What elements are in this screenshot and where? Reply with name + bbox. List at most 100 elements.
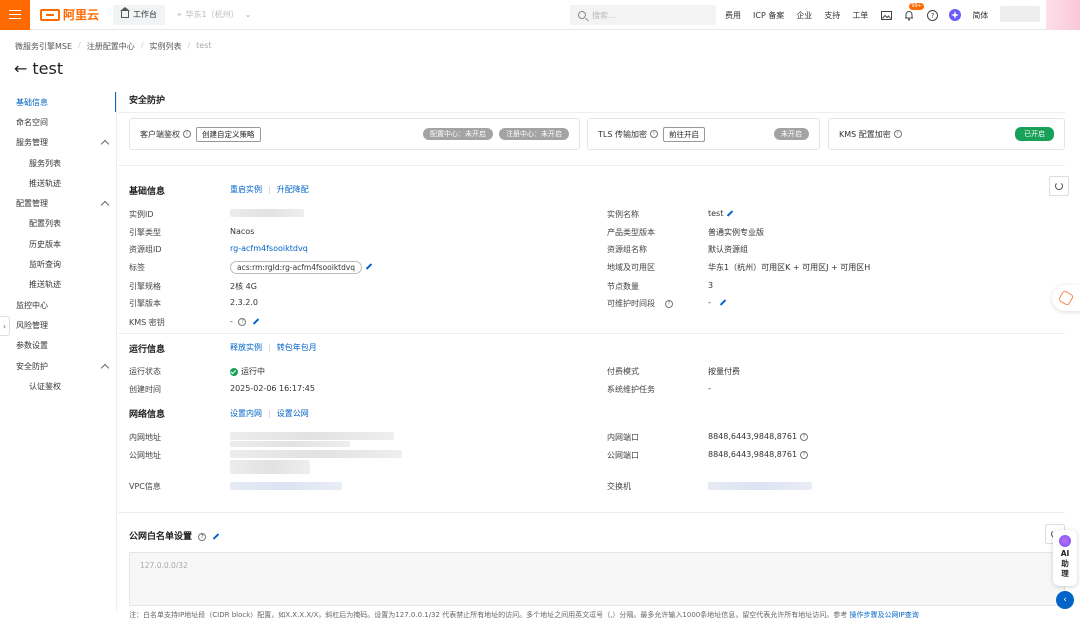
sidebar-item-namespace[interactable]: 命名空间 (0, 112, 116, 132)
chevron-left-icon[interactable]: ‹ (1056, 591, 1074, 609)
field-label-kms-key: KMS 密钥 (129, 318, 165, 327)
field-label-created: 创建时间 (129, 385, 161, 394)
workbench-button[interactable]: 工作台 (113, 4, 166, 25)
info-icon[interactable]: i (183, 130, 191, 138)
field-label-public-address: 公网地址 (129, 451, 161, 460)
vpc-value-blurred[interactable] (230, 482, 342, 490)
top-link-support[interactable]: 支持 (824, 10, 840, 21)
sidebar-item-config-management[interactable]: 配置管理 (0, 193, 116, 213)
sidebar-item-parameters[interactable]: 参数设置 (0, 336, 116, 356)
ai-spark-icon[interactable] (949, 9, 962, 21)
restart-instance-link[interactable]: 重启实例 (230, 185, 262, 194)
field-label-run-status: 运行状态 (129, 367, 161, 376)
chevron-up-icon (100, 200, 110, 210)
sidebar-item-auth[interactable]: 认证鉴权 (0, 376, 116, 396)
chevron-up-icon (100, 363, 110, 372)
sidebar-item-service-list[interactable]: 服务列表 (0, 153, 116, 173)
chevron-down-icon: ⌄ (244, 10, 252, 19)
info-icon[interactable]: i (649, 130, 658, 138)
client-auth-label: 客户端鉴权 (140, 129, 180, 139)
help-icon[interactable]: ? (926, 9, 938, 21)
region-selector[interactable]: ⌖ 华东1（杭州） ⌄ (177, 9, 251, 20)
user-avatar[interactable] (1046, 0, 1080, 30)
aliyun-logo[interactable]: 阿里云 (40, 6, 99, 23)
field-label-engine-spec: 引擎规格 (129, 282, 161, 291)
top-link-ticket[interactable]: 工单 (852, 10, 868, 21)
help-icon[interactable]: ? (198, 532, 207, 541)
help-icon[interactable]: ? (800, 432, 809, 441)
search-placeholder: 搜索... (592, 10, 616, 20)
user-account-blurred[interactable] (1000, 6, 1040, 22)
sidebar-item-monitoring[interactable]: 监控中心 (0, 295, 116, 315)
section-title-basic-info: 基础信息 (129, 187, 166, 197)
edit-kms-icon[interactable] (254, 318, 261, 325)
sidebar-item-service-push-trace[interactable]: 推送轨迹 (0, 173, 116, 193)
operation-steps-link[interactable]: 操作步骤及公网IP查询 (849, 611, 918, 619)
public-port-value: 8848,6443,9848,8761? (708, 450, 809, 459)
top-link-cost[interactable]: 费用 (725, 10, 741, 21)
refresh-button[interactable] (1049, 176, 1069, 196)
field-label-resource-group-id: 资源组ID (129, 245, 162, 254)
back-arrow-icon[interactable]: ← (14, 59, 27, 78)
image-icon[interactable] (880, 9, 892, 21)
breadcrumb-item-instances[interactable]: 实例列表 (149, 41, 181, 52)
sidebar-item-service-management[interactable]: 服务管理 (0, 133, 116, 153)
edit-instance-name-icon[interactable] (728, 210, 735, 217)
release-instance-link[interactable]: 释放实例 (230, 343, 262, 352)
field-label-private-address: 内网地址 (129, 433, 161, 442)
hamburger-menu-icon[interactable] (0, 0, 30, 30)
whitelist-placeholder: 127.0.0.0/32 (140, 561, 188, 570)
section-title-runtime: 运行信息 (129, 345, 166, 355)
convert-subscription-link[interactable]: 转包年包月 (277, 343, 317, 352)
location-icon: ⌖ (177, 9, 182, 19)
upgrade-link[interactable]: 升配降配 (277, 185, 309, 194)
help-icon[interactable]: ? (238, 317, 247, 326)
maintenance-window-value: - (708, 298, 728, 307)
sidebar-item-security[interactable]: 安全防护 (0, 356, 116, 376)
breadcrumb-item-mse[interactable]: 微服务引擎MSE (15, 41, 72, 52)
info-icon[interactable]: i (893, 130, 902, 138)
sidebar: 基础信息 命名空间 服务管理 服务列表 推送轨迹 配置管理 配置列表 历史版本 … (0, 92, 116, 396)
tls-goto-enable-button[interactable]: 前往开启 (662, 126, 705, 142)
edit-tags-icon[interactable] (367, 263, 374, 270)
resource-group-id-link[interactable]: rg-acfm4fsooiktdvq (230, 244, 308, 253)
field-label-engine-version: 引擎版本 (129, 299, 161, 308)
sidebar-item-config-push-trace[interactable]: 推送轨迹 (0, 275, 116, 295)
floating-helper-button[interactable] (1052, 285, 1080, 311)
field-label-instance-name: 实例名称 (607, 210, 639, 219)
private-address-blurred-2 (230, 441, 350, 447)
top-link-enterprise[interactable]: 企业 (796, 10, 812, 21)
edit-whitelist-icon[interactable] (214, 533, 221, 540)
help-icon[interactable]: ? (665, 299, 673, 308)
network-actions: 设置内网 | 设置公网 (230, 409, 309, 418)
breadcrumb-item-registry[interactable]: 注册配置中心 (87, 41, 135, 52)
create-policy-button[interactable]: 创建自定义策略 (196, 126, 261, 142)
ai-spark-icon (1059, 535, 1071, 547)
maintenance-task-value: - (708, 384, 711, 393)
workbench-label: 工作台 (133, 10, 158, 19)
help-icon[interactable]: ? (800, 450, 809, 459)
sidebar-item-basic-info[interactable]: 基础信息 (0, 92, 116, 112)
kms-card: KMS 配置加密 i 已开启 (828, 118, 1065, 150)
top-link-icp[interactable]: ICP 备案 (753, 10, 784, 21)
tls-status-badge: 未开启 (774, 128, 809, 140)
language-switch[interactable]: 简体 (972, 10, 988, 21)
sidebar-item-risk[interactable]: 风险管理 (0, 315, 116, 335)
whitelist-textarea[interactable]: 127.0.0.0/32 (129, 552, 1065, 606)
sidebar-item-config-list[interactable]: 配置列表 (0, 214, 116, 234)
bell-icon[interactable]: 99+ (903, 3, 924, 21)
field-label-product-version: 产品类型版本 (607, 228, 655, 237)
sidebar-item-history-versions[interactable]: 历史版本 (0, 234, 116, 254)
edit-maintenance-icon[interactable] (721, 299, 728, 306)
ai-assistant-button[interactable]: AI 助 理 (1053, 530, 1077, 586)
search-input[interactable]: 搜索... (570, 5, 716, 25)
sidebar-collapse-toggle[interactable]: › (0, 316, 10, 336)
instance-id-value-blurred (230, 209, 304, 217)
set-private-network-link[interactable]: 设置内网 (230, 409, 262, 418)
switch-value-blurred[interactable] (708, 482, 812, 490)
set-public-network-link[interactable]: 设置公网 (277, 409, 309, 418)
sidebar-item-listener-query[interactable]: 监听查询 (0, 254, 116, 274)
kms-key-value: - ? (230, 317, 261, 326)
tls-card: TLS 传输加密 i 前往开启 未开启 (587, 118, 820, 150)
billing-value: 按量付费 (708, 367, 740, 376)
